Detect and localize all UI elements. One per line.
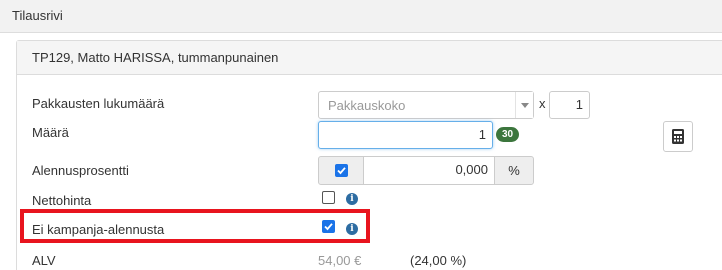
no-campaign-discount-label: Ei kampanja-alennusta xyxy=(32,222,165,237)
stock-badge: 30 xyxy=(496,127,519,142)
vat-rate: (24,00 %) xyxy=(410,253,467,268)
product-title: TP129, Matto HARISSA, tummanpunainen xyxy=(32,50,279,65)
no-campaign-discount-checkbox[interactable] xyxy=(322,220,335,233)
multiply-sign: x xyxy=(539,96,546,111)
vat-label: ALV xyxy=(32,253,56,268)
discount-input[interactable]: 0,000 xyxy=(363,156,495,185)
chevron-down-icon xyxy=(521,103,529,108)
percent-addon: % xyxy=(494,156,534,185)
net-price-label: Nettohinta xyxy=(32,193,92,208)
quantity-label: Määrä xyxy=(32,125,69,140)
package-count-label: Pakkausten lukumäärä xyxy=(32,96,165,111)
calculator-button[interactable] xyxy=(663,121,693,152)
discount-label: Alennusprosentti xyxy=(32,163,129,178)
discount-enable-checkbox[interactable] xyxy=(335,164,348,177)
calculator-icon xyxy=(672,129,684,144)
info-icon[interactable]: i xyxy=(346,193,358,205)
vat-amount: 54,00 € xyxy=(318,253,362,268)
dropdown-toggle[interactable] xyxy=(515,92,533,118)
window-header: Tilausrivi xyxy=(0,0,722,33)
package-size-select[interactable]: Pakkauskoko xyxy=(318,91,534,119)
package-size-placeholder: Pakkauskoko xyxy=(328,98,406,113)
package-count-input[interactable]: 1 xyxy=(549,91,590,119)
info-icon[interactable]: i xyxy=(346,223,358,235)
discount-toggle-addon xyxy=(318,156,364,185)
window-title: Tilausrivi xyxy=(12,8,63,23)
panel-heading: TP129, Matto HARISSA, tummanpunainen xyxy=(17,41,722,75)
net-price-checkbox[interactable] xyxy=(322,191,335,204)
quantity-input[interactable]: 1 xyxy=(318,121,493,149)
